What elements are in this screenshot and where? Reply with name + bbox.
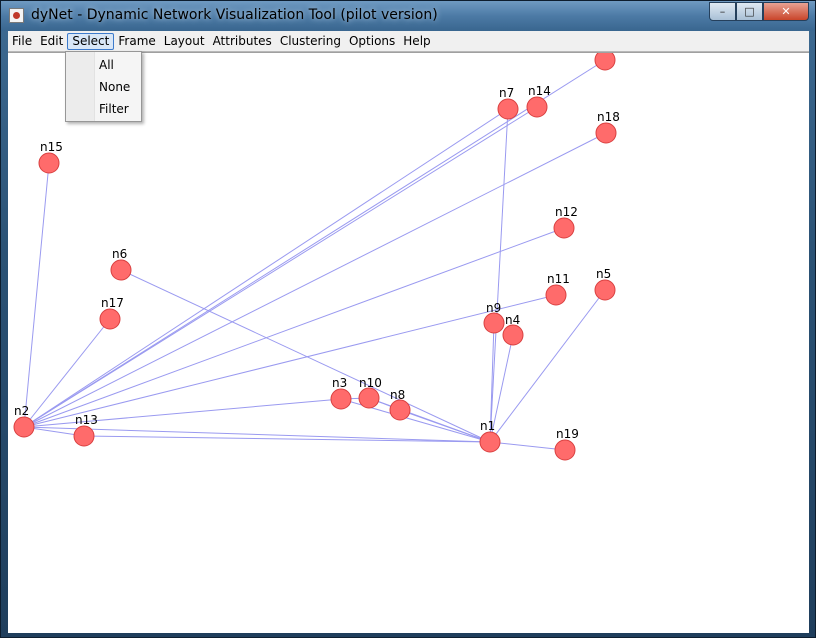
node-n4[interactable]	[502, 324, 524, 346]
select-filter-item[interactable]: Filter	[99, 102, 129, 116]
close-button[interactable]: ✕	[763, 2, 809, 21]
node-label-n4: n4	[505, 313, 520, 327]
node-n17[interactable]	[99, 308, 121, 330]
node-label-n17: n17	[101, 296, 124, 310]
node-label-n8: n8	[390, 388, 405, 402]
node-n9[interactable]	[483, 312, 505, 334]
edge-n2-n15	[23, 162, 50, 428]
node-n12[interactable]	[553, 217, 575, 239]
edge-n7-n1	[489, 108, 509, 443]
menu-frame[interactable]: Frame	[114, 33, 159, 50]
menu-clustering[interactable]: Clustering	[276, 33, 345, 50]
node-label-n11: n11	[547, 272, 570, 286]
node-label-n10: n10	[359, 376, 382, 390]
menu-attributes[interactable]: Attributes	[209, 33, 276, 50]
node-n5[interactable]	[594, 279, 616, 301]
menu-bar: File Edit Select Frame Layout Attributes…	[8, 31, 809, 52]
menu-edit[interactable]: Edit	[36, 33, 67, 50]
node-label-n14: n14	[528, 84, 551, 98]
menu-layout[interactable]: Layout	[160, 33, 209, 50]
title-bar[interactable]: dyNet - Dynamic Network Visualization To…	[1, 1, 815, 31]
java-app-icon	[9, 8, 24, 23]
select-all-item[interactable]: All	[99, 58, 114, 72]
node-label-n13: n13	[75, 413, 98, 427]
node-n11[interactable]	[545, 284, 567, 306]
menu-file[interactable]: File	[8, 33, 36, 50]
edge-n2-n14	[23, 106, 538, 428]
node-n7[interactable]	[497, 98, 519, 120]
maximize-button[interactable]: □	[736, 2, 763, 21]
window-controls: – □ ✕	[709, 2, 809, 21]
select-none-item[interactable]: None	[99, 80, 130, 94]
node-n19[interactable]	[554, 439, 576, 461]
node-n13[interactable]	[73, 425, 95, 447]
network-graph[interactable]: n1 n2 n3 n4 n5 n6 n7 n8 n9 n10 n11 n12 n13 n14 n15 n17 n…	[8, 53, 809, 633]
menu-options[interactable]: Options	[345, 33, 399, 50]
node-label-n6: n6	[112, 247, 127, 261]
node-n6[interactable]	[110, 259, 132, 281]
node-unlabeled[interactable]	[594, 53, 616, 71]
node-label-n15: n15	[40, 140, 63, 154]
network-canvas[interactable]: n1 n2 n3 n4 n5 n6 n7 n8 n9 n10 n11 n12 n13 n14 n15 n17 n…	[8, 52, 809, 633]
edge-n6-n1	[120, 269, 491, 443]
node-n3[interactable]	[330, 388, 352, 410]
edge-n2-n18	[23, 132, 607, 428]
menu-help[interactable]: Help	[399, 33, 434, 50]
node-n18[interactable]	[595, 122, 617, 144]
node-n1[interactable]	[479, 431, 501, 453]
node-label-n2: n2	[14, 404, 29, 418]
node-n8[interactable]	[389, 399, 411, 421]
edge-n2-n7	[23, 108, 509, 428]
node-label-n19: n19	[556, 427, 579, 441]
edge-n1-n19	[489, 441, 566, 451]
node-n10[interactable]	[358, 387, 380, 409]
node-n14[interactable]	[526, 96, 548, 118]
edge-n8-n1	[399, 409, 491, 443]
node-label-n7: n7	[499, 86, 514, 100]
menu-select[interactable]: Select	[67, 32, 115, 50]
window-title: dyNet - Dynamic Network Visualization To…	[31, 7, 438, 23]
node-label-n9: n9	[486, 301, 501, 315]
node-n2[interactable]	[13, 416, 35, 438]
menu-icon-gutter	[66, 52, 95, 121]
minimize-button[interactable]: –	[709, 2, 736, 21]
node-n15[interactable]	[38, 152, 60, 174]
node-label-n5: n5	[596, 267, 611, 281]
app-window: dyNet - Dynamic Network Visualization To…	[0, 0, 816, 638]
node-label-n18: n18	[597, 110, 620, 124]
node-label-n12: n12	[555, 205, 578, 219]
select-menu-dropdown: All None Filter	[65, 51, 142, 122]
node-label-n3: n3	[332, 376, 347, 390]
node-label-n1: n1	[480, 419, 495, 433]
edge-n13-n1	[83, 435, 491, 443]
